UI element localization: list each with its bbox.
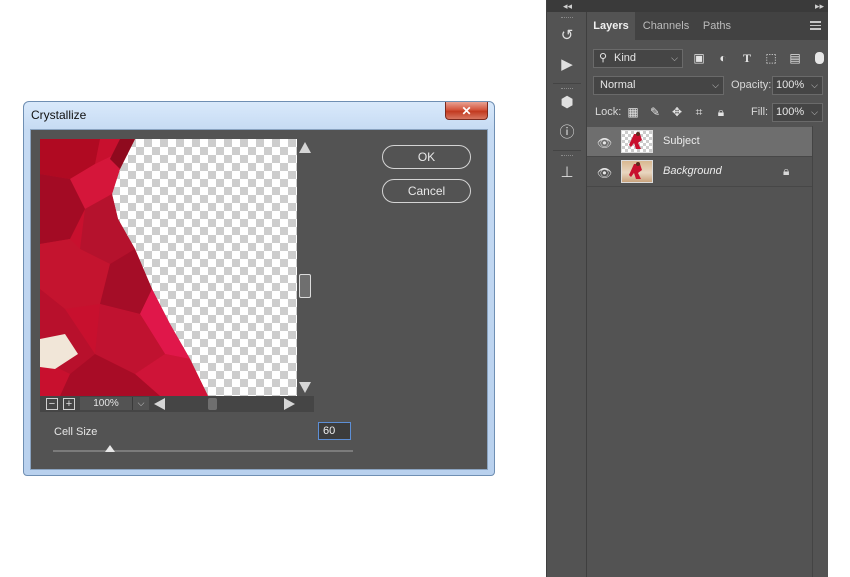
lock-label: Lock: — [595, 106, 622, 118]
tab-paths[interactable]: Paths — [697, 12, 737, 40]
collapse-panels-icon[interactable]: ◂◂ — [547, 0, 588, 12]
fill-value: 100% — [776, 106, 805, 118]
scroll-up-arrow-icon[interactable] — [299, 142, 311, 153]
chevron-down-icon: ⌵ — [671, 53, 678, 63]
layer-name-subject[interactable]: Subject — [663, 135, 700, 147]
filter-preview-image[interactable] — [40, 139, 297, 396]
horizontal-scroll-thumb[interactable] — [208, 398, 217, 410]
cell-size-slider-handle[interactable] — [105, 445, 115, 452]
strip-grip[interactable] — [561, 155, 573, 158]
tab-layers[interactable]: Layers — [587, 12, 635, 40]
fill-label: Fill: — [751, 106, 769, 118]
actions-play-icon[interactable]: ▶ — [556, 54, 578, 76]
dialog-title: Crystallize — [31, 108, 87, 122]
background-thumbnail-figure — [629, 162, 642, 179]
zoom-level-field[interactable]: 100% — [80, 397, 132, 410]
smart-object-filter-icon[interactable]: ▤ — [787, 50, 803, 66]
adjustment-layer-filter-icon[interactable]: ◐ — [715, 50, 731, 66]
lock-transparent-pixels-icon[interactable]: ▦ — [625, 104, 641, 120]
scroll-down-arrow-icon[interactable] — [299, 382, 311, 393]
chevron-down-icon: ⌵ — [811, 107, 818, 117]
vertical-scroll-thumb[interactable] — [299, 274, 311, 298]
blend-mode-dropdown[interactable]: Normal ⌵ — [593, 76, 724, 95]
strip-grip[interactable] — [561, 88, 573, 91]
cancel-button[interactable]: Cancel — [382, 179, 471, 203]
layer-locked-icon: 🔒︎ — [783, 164, 790, 178]
lock-all-icon[interactable]: 🔒︎ — [713, 104, 729, 120]
zoom-out-button[interactable]: − — [46, 398, 58, 410]
fill-field[interactable]: 100% ⌵ — [772, 103, 823, 122]
shape-layer-filter-icon[interactable]: ⬚ — [763, 50, 779, 66]
strip-grip[interactable] — [561, 17, 573, 20]
blend-mode-label: Normal — [600, 79, 636, 91]
chevron-down-icon: ⌵ — [712, 80, 719, 90]
lock-position-move-icon[interactable]: ✥ — [669, 104, 685, 120]
preview-zoom-bar: − + 100% ⌵ — [40, 396, 314, 412]
close-button[interactable]: ✕ — [445, 102, 488, 120]
crystallized-subject-shape — [40, 139, 208, 396]
ok-button[interactable]: OK — [382, 145, 471, 169]
lock-artboard-icon[interactable]: ⌗ — [691, 104, 707, 120]
visibility-eye-icon[interactable]: 👁︎ — [597, 166, 612, 180]
layer-filter-kind-dropdown[interactable]: ⚲ Kind ⌵ — [593, 49, 683, 68]
filter-toggle-switch[interactable] — [815, 52, 824, 64]
layers-panel-scroll-gutter — [812, 126, 828, 577]
panel-menu-icon[interactable] — [810, 21, 821, 30]
filter-kind-label: Kind — [614, 52, 637, 64]
cell-size-label: Cell Size — [54, 426, 98, 438]
search-icon: ⚲ — [599, 52, 608, 64]
scroll-left-arrow-icon[interactable] — [154, 398, 165, 410]
visibility-eye-icon[interactable]: 👁︎ — [597, 136, 612, 150]
preview-area: − + 100% ⌵ — [40, 139, 314, 412]
pixel-layer-filter-icon[interactable]: ▣ — [691, 50, 707, 66]
lock-image-pixels-brush-icon[interactable]: ✎ — [647, 104, 663, 120]
cell-size-input[interactable]: 60 — [318, 422, 351, 440]
opacity-label: Opacity: — [731, 79, 772, 91]
layers-panel: ▸▸ Layers Channels Paths ⚲ Kind ⌵ ▣ ◐ T … — [587, 0, 828, 577]
opacity-field[interactable]: 100% ⌵ — [772, 76, 823, 95]
zoom-dropdown-chevron-icon[interactable]: ⌵ — [132, 397, 149, 410]
subject-thumbnail-figure — [629, 132, 642, 149]
cell-size-slider-track[interactable] — [53, 450, 353, 452]
dialog-body: − + 100% ⌵ OK Cancel Cell Size 60 — [30, 129, 488, 470]
panel-tabs: Layers Channels Paths — [587, 12, 828, 40]
layer-name-background[interactable]: Background — [663, 165, 722, 177]
3d-cube-icon[interactable]: ⬢ — [556, 92, 578, 114]
chevron-down-icon: ⌵ — [811, 80, 818, 90]
layer-row-background[interactable]: 👁︎ Background 🔒︎ — [587, 157, 812, 187]
strip-divider — [553, 150, 581, 151]
crystallize-dialog: Crystallize ✕ − + 100% ⌵ OK Cancel Cell … — [23, 101, 495, 476]
type-layer-filter-icon[interactable]: T — [739, 50, 755, 66]
background-layer-thumbnail — [621, 160, 653, 183]
expand-panels-icon[interactable]: ▸▸ — [587, 0, 828, 12]
preview-vertical-scrollbar[interactable] — [297, 139, 314, 396]
tab-channels[interactable]: Channels — [639, 12, 693, 40]
layer-row-subject[interactable]: 👁︎ Subject — [587, 127, 812, 157]
history-icon[interactable]: ↺ — [556, 25, 578, 47]
subject-layer-thumbnail — [621, 130, 653, 153]
panel-icon-strip: ◂◂ ↺ ▶ ⬢ ⓘ ⊥ — [546, 0, 588, 577]
strip-divider — [553, 83, 581, 84]
photoshop-panel-dock: ◂◂ ↺ ▶ ⬢ ⓘ ⊥ ▸▸ Layers Channels Paths ⚲ … — [546, 0, 828, 577]
info-icon[interactable]: ⓘ — [556, 122, 578, 144]
scroll-right-arrow-icon[interactable] — [284, 398, 295, 410]
opacity-value: 100% — [776, 79, 805, 91]
zoom-in-button[interactable]: + — [63, 398, 75, 410]
clone-source-icon[interactable]: ⊥ — [556, 162, 578, 184]
